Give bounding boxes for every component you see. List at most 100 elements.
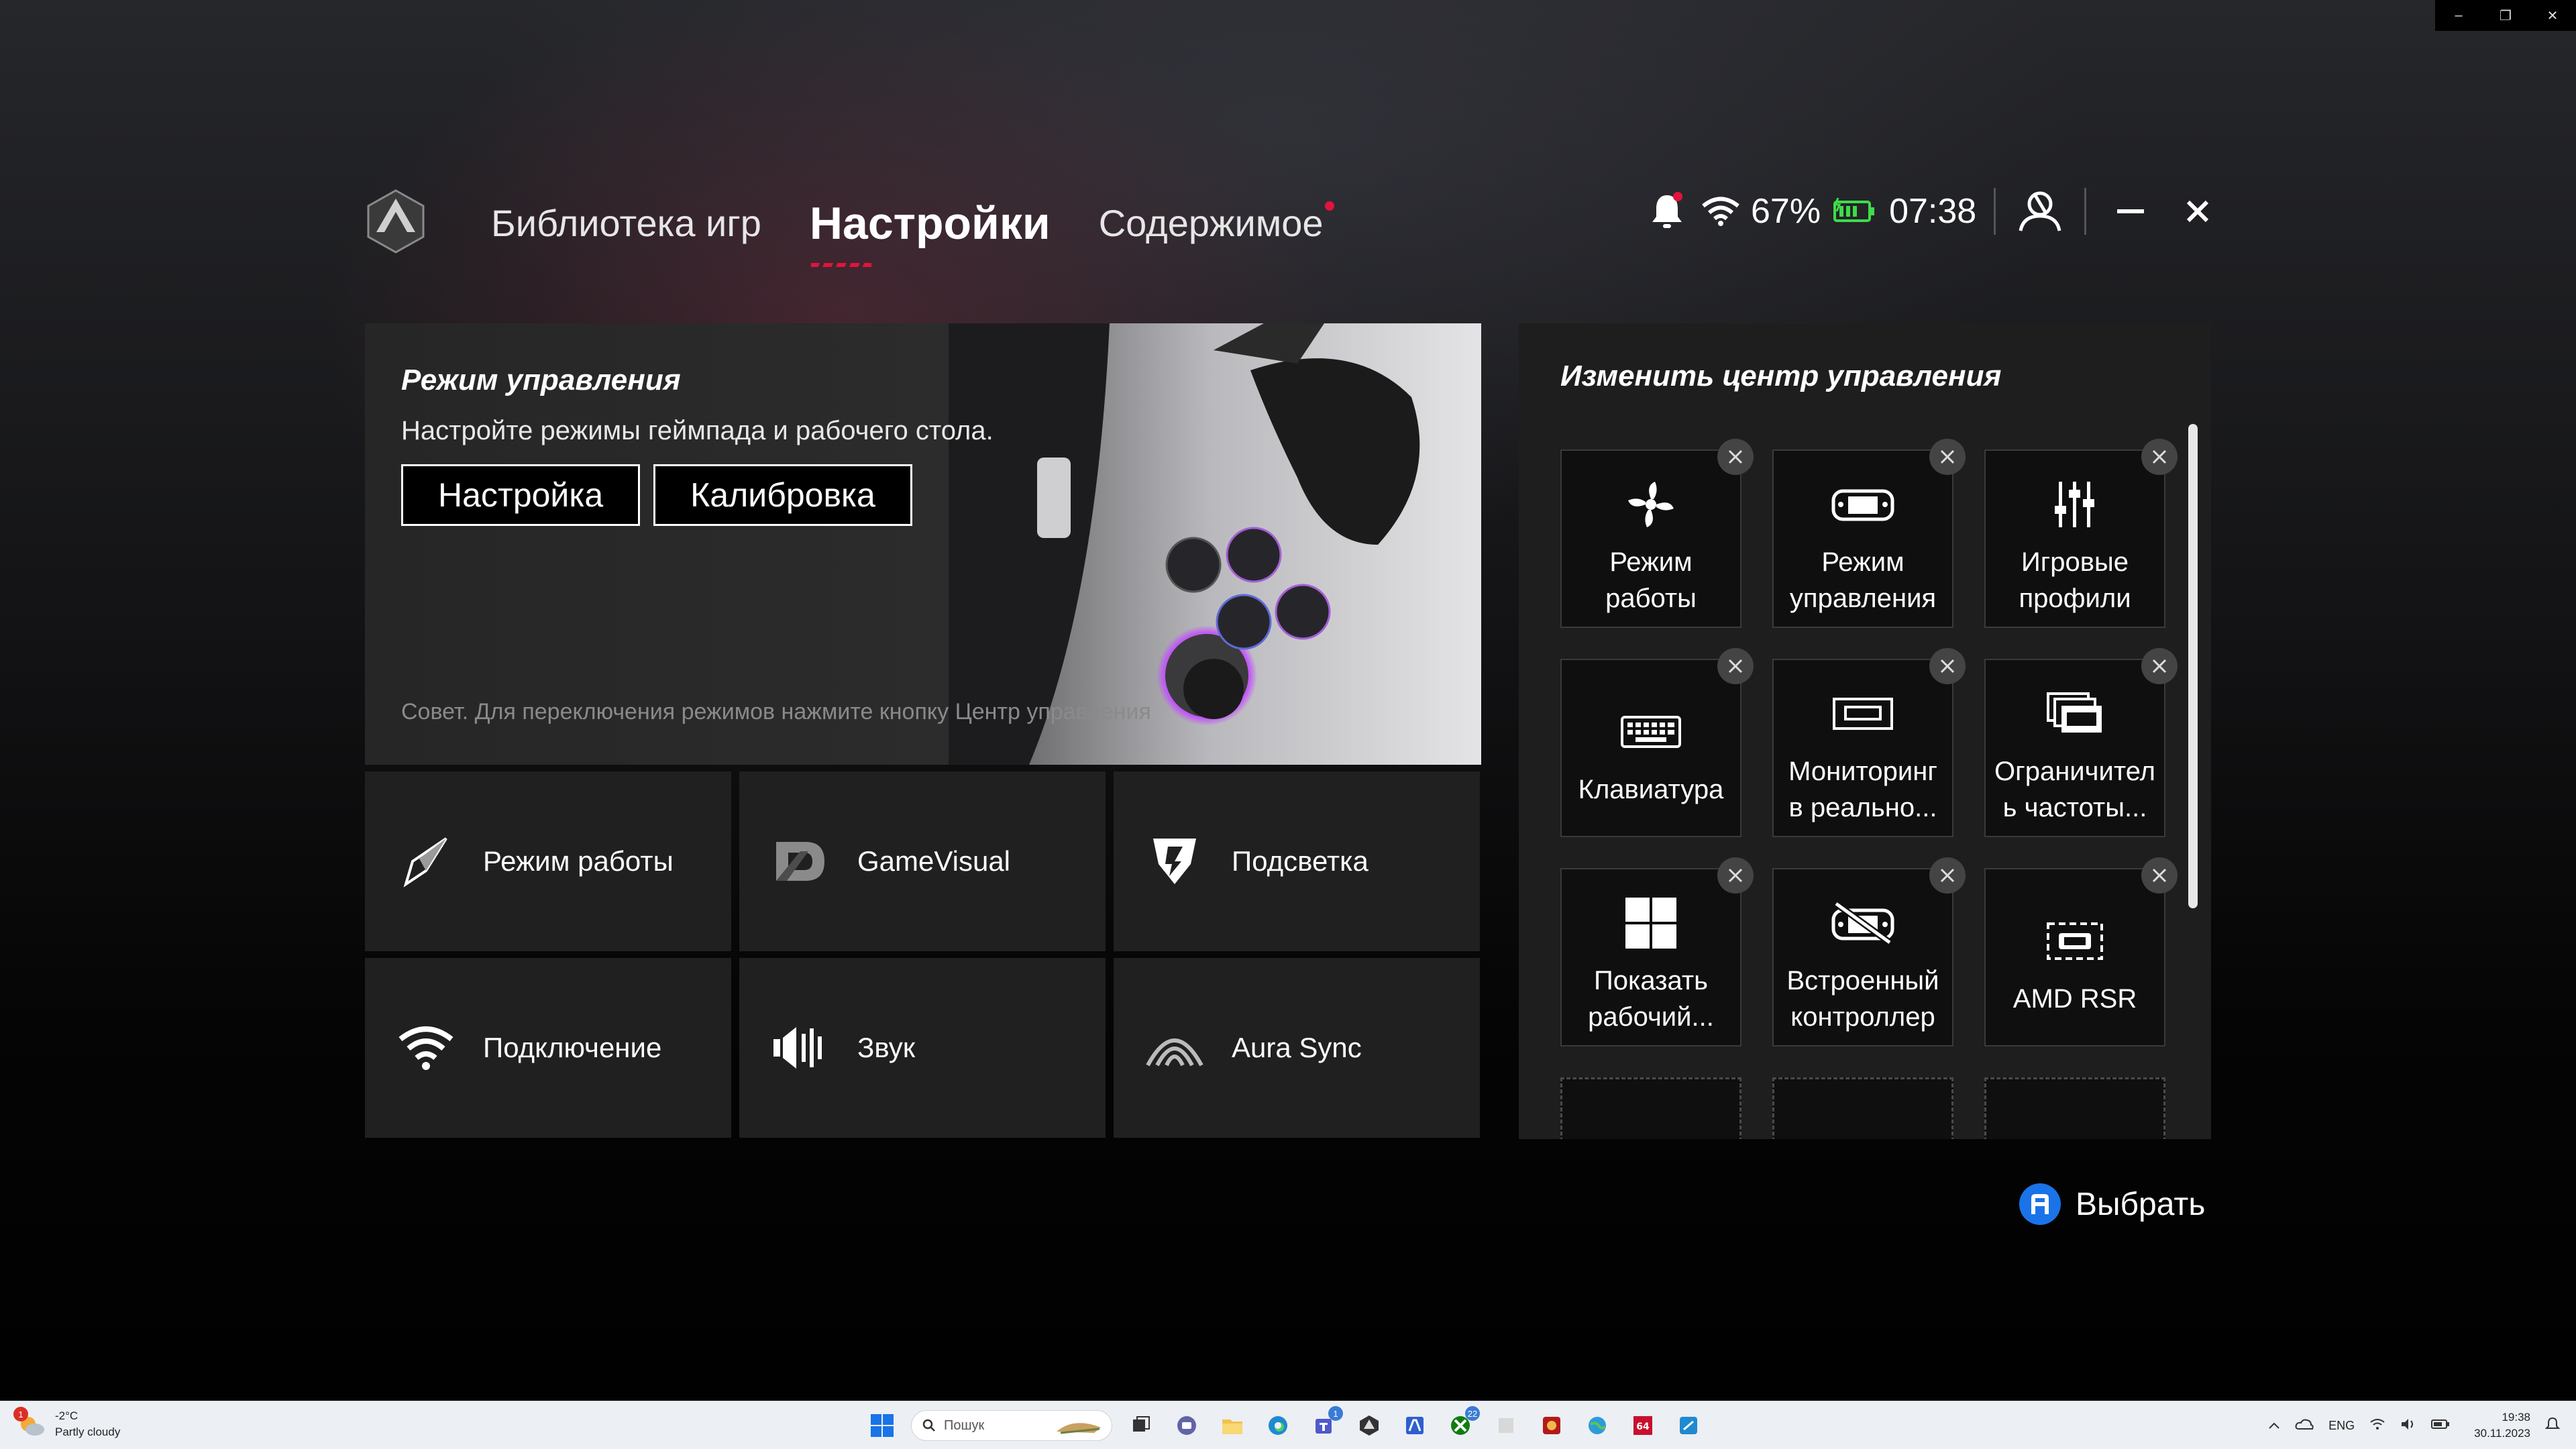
- tile-label: GameVisual: [857, 845, 1011, 877]
- app-icon[interactable]: [1398, 1409, 1432, 1442]
- globe-app-icon[interactable]: [1580, 1409, 1614, 1442]
- remove-item-button[interactable]: [2141, 648, 2178, 684]
- tile-connection[interactable]: Подключение: [365, 958, 731, 1138]
- armoury-crate-logo-icon[interactable]: [366, 188, 426, 255]
- close-window-button[interactable]: ✕: [2529, 0, 2576, 31]
- notification-badge: 22: [1465, 1406, 1480, 1421]
- remove-item-button[interactable]: [1929, 857, 1966, 894]
- edge-browser-icon[interactable]: [1261, 1409, 1295, 1442]
- cc-item-show-desktop[interactable]: Показать рабочий...: [1560, 857, 1754, 1046]
- aida64-icon[interactable]: 64: [1626, 1409, 1660, 1442]
- cc-item-control-mode[interactable]: Режим управления: [1772, 439, 1966, 628]
- taskbar-apps: Пошук 1 22 64: [865, 1406, 1705, 1443]
- sound-icon: [770, 1018, 830, 1078]
- weather-widget[interactable]: 1 -2°C Partly cloudy: [13, 1407, 120, 1440]
- add-item-slot[interactable]: [1560, 1077, 1741, 1139]
- battery-percentage: 67%: [1751, 192, 1821, 231]
- tab-settings[interactable]: Настройки: [810, 197, 1051, 267]
- remove-item-button[interactable]: [1717, 439, 1754, 475]
- tile-lighting[interactable]: Подсветка: [1114, 771, 1480, 951]
- minimize-window-button[interactable]: –: [2435, 0, 2482, 31]
- tile-label: Aura Sync: [1232, 1032, 1362, 1063]
- panel-description: Настройте режимы геймпада и рабочего сто…: [401, 416, 994, 445]
- armoury-crate-taskbar-icon[interactable]: [1352, 1409, 1386, 1442]
- add-item-slot[interactable]: [1984, 1077, 2165, 1139]
- remove-item-button[interactable]: [1929, 648, 1966, 684]
- hero-buttons: Настройка Калибровка: [401, 464, 912, 526]
- user-profile-icon[interactable]: [2013, 189, 2067, 233]
- cc-item-label: Игровые профили: [2019, 547, 2131, 613]
- remove-item-button[interactable]: [1929, 439, 1966, 475]
- game-app-icon[interactable]: [1535, 1409, 1568, 1442]
- scrollbar[interactable]: [2188, 424, 2198, 908]
- taskbar-clock[interactable]: 19:38 30.11.2023: [2474, 1409, 2530, 1442]
- xbox-icon[interactable]: 22: [1444, 1406, 1480, 1442]
- battery-icon[interactable]: [2431, 1419, 2450, 1433]
- active-tab-indicator: [810, 263, 871, 267]
- file-explorer-icon[interactable]: [1216, 1409, 1249, 1442]
- keyboard-icon: [1620, 702, 1682, 762]
- taskbar-app-icon[interactable]: [1489, 1409, 1523, 1442]
- windows-desktop-icon: [1624, 893, 1678, 953]
- controller-disabled-icon: [1831, 893, 1895, 953]
- onedrive-icon[interactable]: [2295, 1418, 2314, 1434]
- cc-item-operating-mode[interactable]: Режим работы: [1560, 439, 1754, 628]
- setup-button[interactable]: Настройка: [401, 464, 641, 526]
- divider: [2084, 188, 2087, 235]
- cc-item-amd-rsr[interactable]: AMD RSR: [1984, 857, 2178, 1046]
- tile-label: Звук: [857, 1032, 916, 1063]
- remove-item-button[interactable]: [2141, 857, 2178, 894]
- panel-title: Режим управления: [401, 364, 681, 396]
- tab-game-library[interactable]: Библиотека игр: [491, 201, 761, 245]
- windows-taskbar: 1 -2°C Partly cloudy Пошук 1 22 64 ENG 1…: [0, 1401, 2576, 1449]
- bell-icon[interactable]: [1644, 191, 1690, 231]
- network-icon[interactable]: [2369, 1418, 2385, 1434]
- tab-content[interactable]: Содержимое: [1098, 201, 1334, 245]
- cc-item-label: AMD RSR: [2012, 984, 2137, 1014]
- windows-start-icon[interactable]: [865, 1409, 899, 1442]
- restore-window-button[interactable]: ❐: [2482, 0, 2529, 31]
- taskbar-date: 30.11.2023: [2474, 1427, 2530, 1440]
- language-indicator[interactable]: ENG: [2328, 1419, 2355, 1433]
- weather-icon: 1: [13, 1407, 46, 1439]
- cc-item-keyboard[interactable]: Клавиатура: [1560, 648, 1754, 837]
- search-icon: [922, 1419, 935, 1432]
- cc-item-fps-limiter[interactable]: Ограничител ь частоты...: [1984, 648, 2178, 837]
- taskbar-search[interactable]: Пошук: [911, 1410, 1112, 1441]
- remove-item-button[interactable]: [1717, 648, 1754, 684]
- tab-label: Содержимое: [1098, 202, 1324, 244]
- cc-item-built-in-controller[interactable]: Встроенный контроллер: [1772, 857, 1966, 1046]
- tile-gamevisual[interactable]: GameVisual: [739, 771, 1106, 951]
- tile-operating-mode[interactable]: Режим работы: [365, 771, 731, 951]
- cc-item-game-profiles[interactable]: Игровые профили: [1984, 439, 2178, 628]
- tile-sound[interactable]: Звук: [739, 958, 1106, 1138]
- wifi-icon: [1690, 196, 1751, 227]
- main-nav: Библиотека игр Настройки Содержимое: [491, 198, 1372, 267]
- cc-item-label: Режим управления: [1789, 547, 1937, 613]
- edit-control-center-panel: Изменить центр управления Режим работы Р…: [1519, 323, 2211, 1139]
- search-placeholder: Пошук: [944, 1417, 985, 1433]
- cc-item-realtime-monitor[interactable]: Мониторинг в реально...: [1772, 648, 1966, 837]
- snipping-tool-icon[interactable]: [1672, 1409, 1705, 1442]
- task-view-icon[interactable]: [1124, 1409, 1158, 1442]
- cc-item-label: Ограничител ь частоты...: [1994, 757, 2155, 822]
- select-hint[interactable]: Выбрать: [2019, 1183, 2205, 1225]
- remove-item-button[interactable]: [2141, 439, 2178, 475]
- add-item-slot[interactable]: [1772, 1077, 1953, 1139]
- cc-item-label: Клавиатура: [1578, 775, 1724, 804]
- volume-icon[interactable]: [2400, 1417, 2416, 1434]
- hd-icon: [2045, 911, 2104, 971]
- tile-label: Режим работы: [483, 845, 674, 877]
- calibration-button[interactable]: Калибровка: [653, 464, 912, 526]
- remove-item-button[interactable]: [1717, 857, 1754, 894]
- svg-text:64: 64: [1636, 1421, 1650, 1432]
- teams-chat-icon[interactable]: [1170, 1409, 1203, 1442]
- tile-aura-sync[interactable]: Aura Sync: [1114, 958, 1480, 1138]
- teams-icon[interactable]: 1: [1307, 1406, 1343, 1442]
- sliders-icon: [2053, 474, 2096, 535]
- weather-temp: -2°C: [55, 1409, 78, 1422]
- close-app-button[interactable]: [2171, 199, 2224, 223]
- minimize-app-button[interactable]: [2104, 208, 2157, 215]
- notification-center-icon[interactable]: [2544, 1417, 2561, 1435]
- chevron-up-icon[interactable]: [2268, 1419, 2280, 1433]
